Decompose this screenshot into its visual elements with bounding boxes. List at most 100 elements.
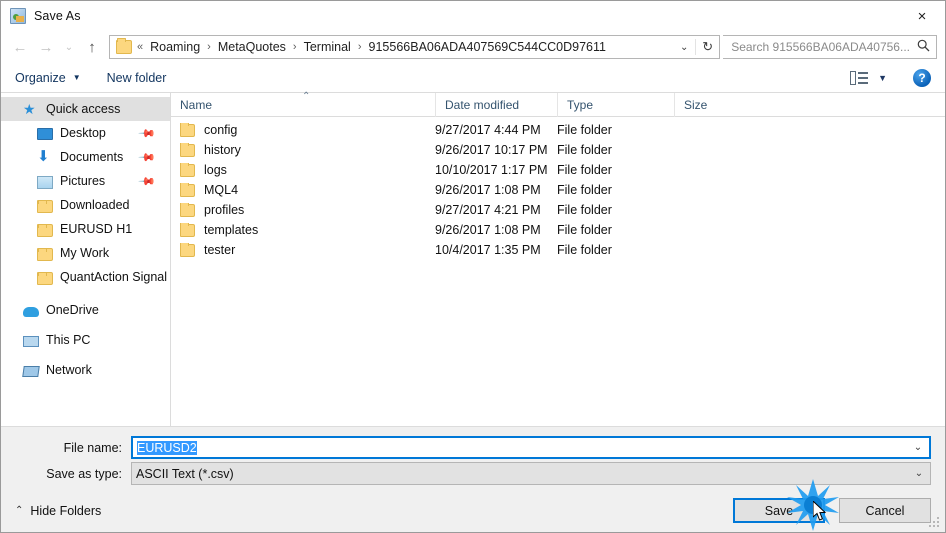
date-modified-cell: 10/10/2017 1:17 PM bbox=[435, 163, 548, 177]
date-modified-cell: 9/26/2017 10:17 PM bbox=[435, 143, 548, 157]
file-rows: config 9/27/2017 4:44 PM File folder his… bbox=[171, 117, 945, 426]
command-toolbar: Organize ▼ New folder ▼ ? bbox=[1, 63, 945, 93]
pictures-icon bbox=[37, 175, 53, 189]
file-name-combobox[interactable]: EURUSD2 ⌄ bbox=[131, 436, 931, 459]
type-cell: File folder bbox=[557, 123, 612, 137]
breadcrumb-item-metaquotes[interactable]: MetaQuotes bbox=[216, 40, 288, 54]
cloud-icon bbox=[23, 307, 39, 317]
address-bar[interactable]: « Roaming › MetaQuotes › Terminal › 9155… bbox=[109, 35, 721, 59]
close-icon[interactable]: × bbox=[899, 1, 945, 31]
breadcrumb-item-roaming[interactable]: Roaming bbox=[148, 40, 202, 54]
table-row[interactable]: config 9/27/2017 4:44 PM File folder bbox=[171, 120, 945, 140]
sidebar-item-pictures[interactable]: Pictures 📌 bbox=[1, 169, 170, 193]
file-name-label: tester bbox=[204, 243, 236, 257]
folder-icon bbox=[180, 163, 195, 177]
file-name-value: EURUSD2 bbox=[137, 440, 197, 455]
folder-icon bbox=[180, 203, 195, 217]
sidebar-item-quick-access[interactable]: ★ Quick access bbox=[1, 97, 170, 121]
table-row[interactable]: logs 10/10/2017 1:17 PM File folder bbox=[171, 160, 945, 180]
search-icon bbox=[910, 39, 936, 55]
chevron-down-icon: ▼ bbox=[72, 73, 81, 82]
resize-grip[interactable] bbox=[929, 517, 941, 529]
table-row[interactable]: history 9/26/2017 10:17 PM File folder bbox=[171, 140, 945, 160]
refresh-icon[interactable]: ↻ bbox=[695, 39, 719, 55]
sidebar-item-label: Pictures bbox=[60, 174, 106, 188]
up-button[interactable]: ↑ bbox=[79, 34, 105, 60]
navigation-bar: ← → ⌄ ↑ « Roaming › MetaQuotes › Termina… bbox=[1, 31, 945, 63]
organize-label: Organize bbox=[15, 70, 66, 85]
breadcrumb: « Roaming › MetaQuotes › Terminal › 9155… bbox=[137, 40, 673, 54]
chevron-down-icon[interactable]: ⌄ bbox=[908, 468, 930, 479]
table-row[interactable]: MQL4 9/26/2017 1:08 PM File folder bbox=[171, 180, 945, 200]
chevron-down-icon[interactable]: ⌄ bbox=[673, 42, 695, 53]
date-modified-cell: 9/26/2017 1:08 PM bbox=[435, 223, 541, 237]
type-cell: File folder bbox=[557, 223, 612, 237]
folder-icon bbox=[180, 223, 195, 237]
sidebar-item-desktop[interactable]: Desktop 📌 bbox=[1, 121, 170, 145]
hide-folders-button[interactable]: ⌃ Hide Folders bbox=[15, 504, 101, 518]
dialog-body: ★ Quick access Desktop 📌 ⬇ Documents 📌 P… bbox=[1, 91, 945, 427]
breadcrumb-overflow-icon[interactable]: « bbox=[137, 41, 148, 53]
pin-icon[interactable]: 📌 bbox=[138, 124, 157, 142]
file-name-label: File name: bbox=[63, 440, 122, 455]
sidebar-item-onedrive[interactable]: OneDrive bbox=[1, 298, 170, 322]
organize-button[interactable]: Organize ▼ bbox=[15, 71, 81, 85]
type-cell: File folder bbox=[557, 203, 612, 217]
type-cell: File folder bbox=[557, 243, 612, 257]
table-row[interactable]: profiles 9/27/2017 4:21 PM File folder bbox=[171, 200, 945, 220]
help-icon[interactable]: ? bbox=[913, 68, 931, 87]
file-name-label: config bbox=[204, 123, 238, 137]
dialog-footer: ⌃ Hide Folders Save Cancel bbox=[1, 489, 945, 532]
column-header-type[interactable]: Type bbox=[557, 92, 674, 117]
sidebar-item-label: Quick access bbox=[46, 102, 121, 116]
view-list-icon[interactable] bbox=[850, 70, 869, 85]
sidebar-item-network[interactable]: Network bbox=[1, 358, 170, 382]
network-icon bbox=[22, 366, 40, 377]
breadcrumb-item-terminal[interactable]: Terminal bbox=[302, 40, 353, 54]
folder-icon bbox=[180, 143, 195, 157]
sidebar-item-label: Network bbox=[46, 363, 92, 377]
folder-icon bbox=[180, 183, 195, 197]
chevron-down-icon[interactable]: ⌄ bbox=[907, 442, 929, 453]
folder-icon bbox=[37, 223, 53, 237]
file-name-label: logs bbox=[204, 163, 227, 177]
file-name-cell: templates bbox=[171, 223, 435, 237]
folder-icon bbox=[180, 123, 195, 137]
recent-locations-button[interactable]: ⌄ bbox=[59, 34, 79, 60]
date-modified-cell: 10/4/2017 1:35 PM bbox=[435, 243, 541, 257]
sidebar-item-label: Downloaded bbox=[60, 198, 130, 212]
save-form: File name: EURUSD2 ⌄ Save as type: ASCII… bbox=[1, 427, 945, 489]
folder-icon bbox=[37, 271, 53, 285]
search-box[interactable]: Search 915566BA06ADA40756... bbox=[723, 35, 937, 59]
sidebar-item-eurusd-h1[interactable]: EURUSD H1 bbox=[1, 217, 170, 241]
cancel-button[interactable]: Cancel bbox=[839, 498, 931, 523]
sidebar-item-my-work[interactable]: My Work bbox=[1, 241, 170, 265]
back-button[interactable]: ← bbox=[7, 34, 33, 60]
table-row[interactable]: tester 10/4/2017 1:35 PM File folder bbox=[171, 240, 945, 260]
table-row[interactable]: templates 9/26/2017 1:08 PM File folder bbox=[171, 220, 945, 240]
pin-icon[interactable]: 📌 bbox=[138, 148, 157, 166]
new-folder-button[interactable]: New folder bbox=[107, 71, 167, 85]
sidebar-item-label: EURUSD H1 bbox=[60, 222, 133, 236]
sidebar-item-quantaction-signal[interactable]: QuantAction Signal bbox=[1, 265, 170, 289]
sidebar-item-documents[interactable]: ⬇ Documents 📌 bbox=[1, 145, 170, 169]
column-header-row: Name Date modified Type Size ⌃ bbox=[171, 91, 945, 117]
file-name-label: MQL4 bbox=[204, 183, 239, 197]
file-list-pane: Name Date modified Type Size ⌃ config 9/… bbox=[171, 91, 945, 426]
file-name-input[interactable]: EURUSD2 bbox=[133, 440, 907, 455]
app-icon bbox=[10, 8, 26, 24]
column-header-size[interactable]: Size bbox=[674, 92, 753, 117]
save-as-type-row: Save as type: ASCII Text (*.csv) ⌄ bbox=[15, 462, 931, 485]
forward-button[interactable]: → bbox=[33, 34, 59, 60]
save-button[interactable]: Save bbox=[733, 498, 825, 523]
column-header-date-modified[interactable]: Date modified bbox=[435, 92, 557, 117]
pin-icon[interactable]: 📌 bbox=[138, 172, 157, 190]
chevron-down-icon[interactable]: ▼ bbox=[878, 73, 887, 83]
search-input[interactable]: Search 915566BA06ADA40756... bbox=[723, 40, 910, 54]
date-modified-cell: 9/27/2017 4:44 PM bbox=[435, 123, 541, 137]
desktop-icon bbox=[37, 128, 53, 140]
breadcrumb-item-guid[interactable]: 915566BA06ADA407569C544CC0D97611 bbox=[367, 40, 608, 54]
sidebar-item-downloaded[interactable]: Downloaded bbox=[1, 193, 170, 217]
save-as-type-combobox[interactable]: ASCII Text (*.csv) ⌄ bbox=[131, 462, 931, 485]
sidebar-item-this-pc[interactable]: This PC bbox=[1, 328, 170, 352]
